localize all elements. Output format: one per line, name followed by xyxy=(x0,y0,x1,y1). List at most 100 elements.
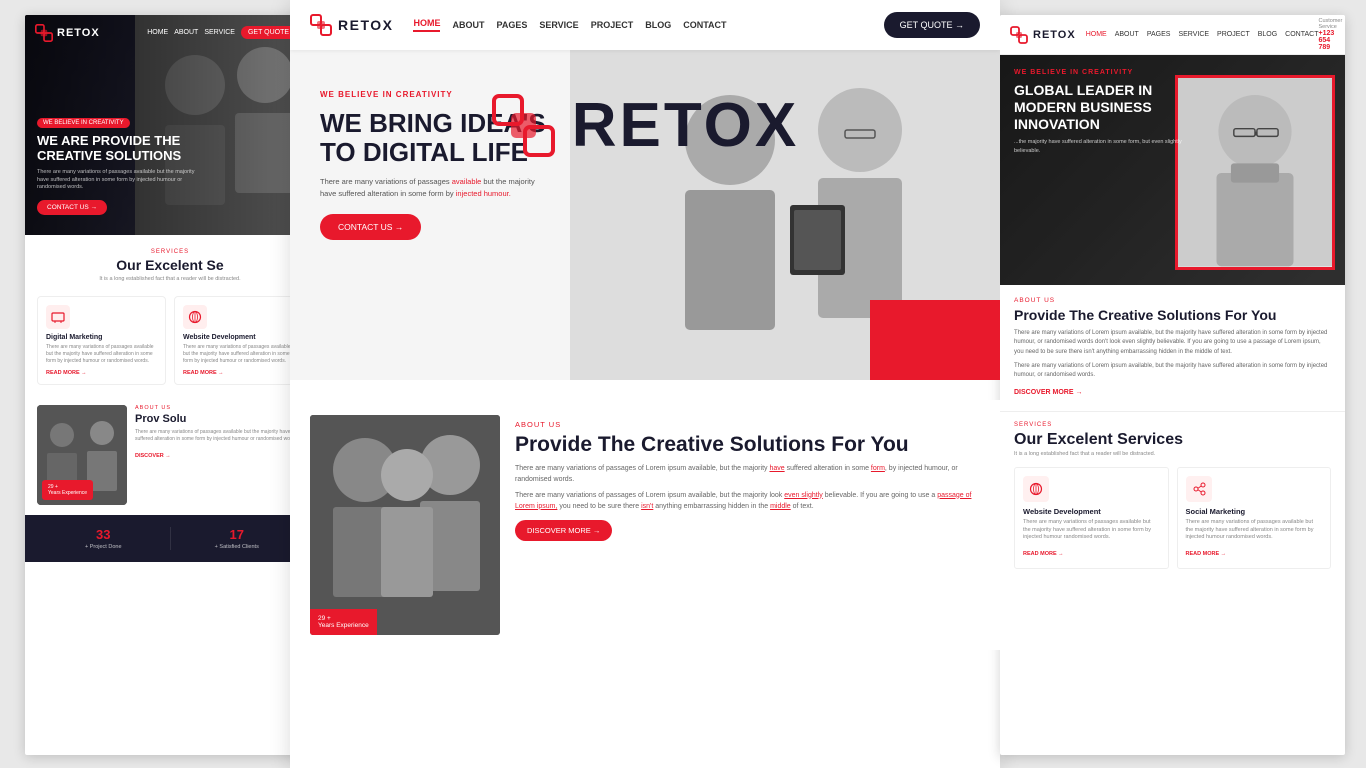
pr-services-sub: It is a long established fact that a rea… xyxy=(1014,451,1331,457)
pl-nav-about[interactable]: ABOUT xyxy=(174,29,198,36)
pl-service-card-1-desc: There are many variations of passages av… xyxy=(46,344,157,365)
pr-read-more-2[interactable]: READ MORE → xyxy=(1186,551,1227,557)
pl-discover-link[interactable]: DISCOVER → xyxy=(135,453,171,459)
pc-get-quote-button[interactable]: GET QUOTE → xyxy=(884,12,980,38)
pl-services-sub: It is a long established fact that a rea… xyxy=(37,276,303,284)
pl-nav-service[interactable]: SERVICE xyxy=(204,29,235,36)
pr-services-title: Our Excelent Services xyxy=(1014,430,1331,449)
pl-navbar: RETOX HOME ABOUT SERVICE GET QUOTE → xyxy=(25,15,315,50)
pl-service-card-2-title: Website Development xyxy=(183,334,294,341)
pc-years-label: Years Experience xyxy=(318,622,369,629)
pl-stat-2: 17 + Satisfied Clients xyxy=(171,527,304,550)
pc-about-photo: 29 + Years Experience xyxy=(310,415,500,635)
pr-hero-title: GLOBAL LEADER IN MODERN BUSINESS INNOVAT… xyxy=(1014,82,1184,132)
pl-years-label: Years Experience xyxy=(48,490,87,496)
pl-contact-us-button[interactable]: CONTACT US → xyxy=(37,200,107,215)
pc-years-num: 29 + xyxy=(318,615,369,622)
pl-stat-1-num: 33 xyxy=(42,527,165,542)
pl-hero-badge: WE BELIEVE IN CREATIVITY xyxy=(37,118,130,128)
pr-services-section: SERVICES Our Excelent Services It is a l… xyxy=(1000,411,1345,579)
pl-about-label: ABOUT US xyxy=(135,405,303,411)
pc-red-accent xyxy=(870,300,1000,380)
pc-hero-section: WE BELIEVE IN CREATIVITY WE BRING IDEA'S… xyxy=(290,50,1000,380)
pc-discover-button[interactable]: DISCOVER MORE → xyxy=(515,520,612,541)
pc-nav-contact[interactable]: CONTACT xyxy=(683,20,726,30)
pc-about-desc1: There are many variations of passages of… xyxy=(515,463,980,485)
pr-hero-content: WE BELIEVE IN CREATIVITY GLOBAL LEADER I… xyxy=(1000,55,1345,169)
pl-about-desc: There are many variations of passages av… xyxy=(135,429,303,444)
pl-web-dev-icon xyxy=(183,305,207,329)
pl-stat-1: 33 + Project Done xyxy=(37,527,171,550)
pl-service-card-1: Digital Marketing There are many variati… xyxy=(37,296,166,385)
pc-nav-links: HOME ABOUT PAGES SERVICE PROJECT BLOG CO… xyxy=(413,18,726,32)
pc-logo-text: RETOX xyxy=(338,17,393,33)
pl-nav-home[interactable]: HOME xyxy=(147,29,168,36)
pl-services-title: Our Excelent Se xyxy=(37,257,303,273)
pr-hero-badge: WE BELIEVE IN CREATIVITY xyxy=(1014,69,1331,76)
pc-about-desc2: There are many variations of passages of… xyxy=(515,490,980,512)
pr-about-label: ABOUT US xyxy=(1014,297,1331,304)
pc-nav-blog[interactable]: BLOG xyxy=(645,20,671,30)
pc-hero-badge: WE BELIEVE IN CREATIVITY xyxy=(320,90,550,99)
pr-nav-project[interactable]: PROJECT xyxy=(1217,31,1250,38)
pl-nav-links: HOME ABOUT SERVICE GET QUOTE → xyxy=(147,26,305,39)
pl-logo-icon xyxy=(35,24,53,42)
pc-nav-project[interactable]: PROJECT xyxy=(591,20,634,30)
pl-stat-2-num: 17 xyxy=(176,527,299,542)
pc-about-photo-svg xyxy=(310,415,500,635)
panel-left: RETOX HOME ABOUT SERVICE GET QUOTE → xyxy=(25,15,315,755)
panel-center: R RETOX HOME ABOUT PAGES SERVICE PROJECT… xyxy=(290,0,1000,768)
pr-logo: RETOX xyxy=(1010,26,1076,44)
pl-years-badge: 29 + Years Experience xyxy=(42,480,93,500)
pl-hero-desc: There are many variations of passages av… xyxy=(37,169,197,192)
pl-service-card-2-desc: There are many variations of passages av… xyxy=(183,344,294,365)
pr-nav-home[interactable]: HOME xyxy=(1086,31,1107,38)
pl-logo-text: RETOX xyxy=(57,27,100,39)
pc-about-text: ABOUT US Provide The Creative Solutions … xyxy=(515,415,980,635)
pr-navbar: RETOX HOME ABOUT PAGES SERVICE PROJECT B… xyxy=(1000,15,1345,55)
pl-about-section: 29 + Years Experience ABOUT US Prov Solu… xyxy=(25,395,315,515)
pl-about-image: 29 + Years Experience xyxy=(37,405,127,505)
pl-stat-1-label: + Project Done xyxy=(42,544,165,550)
pc-nav-service[interactable]: SERVICE xyxy=(539,20,578,30)
pc-about-section: 29 + Years Experience ABOUT US Provide T… xyxy=(290,400,1000,650)
pr-service-card-2-title: Social Marketing xyxy=(1186,507,1323,516)
pc-about-title: Provide The Creative Solutions For You xyxy=(515,433,980,457)
pr-customer-service-label: Customer Service +123 654 789 xyxy=(1318,18,1342,51)
pr-nav-service[interactable]: SERVICE xyxy=(1178,31,1209,38)
pl-service-cards: Digital Marketing There are many variati… xyxy=(37,296,303,385)
pr-hero-desc: ...the majority have suffered alteration… xyxy=(1014,138,1184,155)
pl-logo: RETOX xyxy=(35,24,100,42)
pr-nav-about[interactable]: ABOUT xyxy=(1115,31,1139,38)
pr-nav-blog[interactable]: BLOG xyxy=(1258,31,1277,38)
panel-right: RETOX HOME ABOUT PAGES SERVICE PROJECT B… xyxy=(1000,15,1345,755)
pr-service-cards: Website Development There are many varia… xyxy=(1014,467,1331,569)
pl-hero-title: WE ARE PROVIDE THE CREATIVE SOLUTIONS xyxy=(37,133,187,164)
pc-navbar: RETOX HOME ABOUT PAGES SERVICE PROJECT B… xyxy=(290,0,1000,50)
pl-read-more-2[interactable]: READ MORE → xyxy=(183,370,294,376)
pl-service-card-1-title: Digital Marketing xyxy=(46,334,157,341)
pr-about-desc2: There are many variations of Lorem ipsum… xyxy=(1014,362,1331,381)
pc-hero-title: WE BRING IDEA'S TO DIGITAL LIFE xyxy=(320,109,550,166)
pl-service-card-2: Website Development There are many varia… xyxy=(174,296,303,385)
pr-discover-button[interactable]: DISCOVER MORE → xyxy=(1014,389,1082,396)
pc-contact-us-button[interactable]: CONTACT US → xyxy=(320,214,421,240)
pr-about-title: Provide The Creative Solutions For You xyxy=(1014,307,1331,324)
pr-nav-right: Customer Service +123 654 789 xyxy=(1318,18,1342,51)
pr-about-desc1: There are many variations of Lorem ipsum… xyxy=(1014,329,1331,358)
pr-read-more-1[interactable]: READ MORE → xyxy=(1023,551,1064,557)
pr-logo-text: RETOX xyxy=(1033,29,1076,41)
pc-hero-left: WE BELIEVE IN CREATIVITY WE BRING IDEA'S… xyxy=(290,50,570,380)
pl-services-section: SERVICES Our Excelent Se It is a long es… xyxy=(25,235,315,395)
pc-nav-about[interactable]: ABOUT xyxy=(452,20,484,30)
pc-nav-home[interactable]: HOME xyxy=(413,18,440,32)
pr-nav-pages[interactable]: PAGES xyxy=(1147,31,1171,38)
pr-nav-contact[interactable]: CONTACT xyxy=(1285,31,1318,38)
pl-about-title: Prov Solu xyxy=(135,413,303,426)
pr-nav-links: HOME ABOUT PAGES SERVICE PROJECT BLOG CO… xyxy=(1086,31,1319,38)
pc-nav-pages[interactable]: PAGES xyxy=(496,20,527,30)
pl-read-more-1[interactable]: READ MORE → xyxy=(46,370,157,376)
pr-service-card-1-desc: There are many variations of passages av… xyxy=(1023,519,1160,542)
pc-logo-icon xyxy=(310,14,332,36)
pr-service-card-1: Website Development There are many varia… xyxy=(1014,467,1169,569)
